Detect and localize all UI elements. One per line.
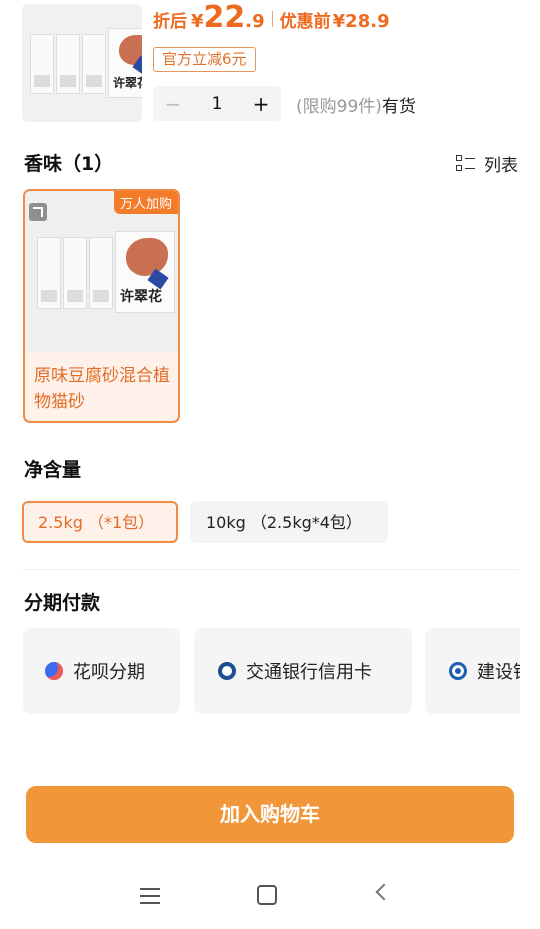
installment-label: 交通银行信用卡 <box>246 662 372 683</box>
popular-badge: 万人加购 <box>113 191 178 214</box>
price-separator <box>271 11 273 27</box>
quantity-value[interactable]: 1 <box>193 94 241 114</box>
purchase-limit: (限购99件)有货 <box>296 92 416 117</box>
package-brand-text: 许翠花 <box>113 76 142 90</box>
stock-status: 有货 <box>381 97 416 117</box>
list-icon <box>456 154 476 174</box>
price-line: 折后 ¥ 22 .9 优惠前 ¥28.9 <box>153 0 390 38</box>
huabei-icon <box>45 662 63 680</box>
package-brand-text: 许翠花 <box>120 289 162 305</box>
weight-option-selected[interactable]: 2.5kg （*1包） <box>22 501 178 543</box>
increase-button[interactable]: + <box>241 92 281 116</box>
flavor-title: 香味（1） <box>24 153 114 175</box>
price-integer: 22 <box>203 0 246 35</box>
home-icon[interactable] <box>257 885 277 905</box>
decrease-button[interactable]: − <box>153 92 193 116</box>
product-thumbnail[interactable]: 许翠花 <box>22 4 142 122</box>
original-price: ¥28.9 <box>332 11 390 32</box>
menu-icon[interactable] <box>140 888 160 904</box>
installment-option-bocom[interactable]: 交通银行信用卡 <box>194 628 412 714</box>
weight-option[interactable]: 10kg （2.5kg*4包） <box>190 501 388 543</box>
limit-text: (限购99件) <box>296 97 382 117</box>
original-price-label: 优惠前 <box>279 12 331 32</box>
list-view-toggle[interactable]: 列表 <box>456 151 518 176</box>
list-toggle-label: 列表 <box>484 156 518 176</box>
installment-label: 建设银行 <box>477 662 520 683</box>
back-icon[interactable] <box>375 883 393 901</box>
expand-icon[interactable] <box>29 203 47 221</box>
product-package-image: 许翠花 <box>30 28 142 98</box>
weight-title: 净含量 <box>24 459 82 481</box>
quantity-stepper: − 1 + <box>153 86 281 121</box>
flavor-option-name: 原味豆腐砂混合植物猫砂 <box>34 366 170 412</box>
installment-title: 分期付款 <box>24 592 101 614</box>
add-to-cart-button[interactable]: 加入购物车 <box>26 786 514 843</box>
installment-label: 花呗分期 <box>73 662 145 683</box>
discount-price-label: 折后 <box>153 12 187 32</box>
system-nav-bar <box>0 866 540 926</box>
ccb-icon <box>449 662 467 680</box>
coupon-badge: 官方立减6元 <box>153 47 256 72</box>
bocom-icon <box>218 662 236 680</box>
installment-option-huabei[interactable]: 花呗分期 <box>23 628 180 714</box>
section-divider <box>22 569 518 570</box>
installment-options: 花呗分期 交通银行信用卡 建设银行 <box>23 628 520 714</box>
installment-option-ccb[interactable]: 建设银行 <box>425 628 520 714</box>
currency-symbol: ¥ <box>191 11 204 32</box>
flavor-option-image: 许翠花 <box>25 191 178 351</box>
flavor-option-card[interactable]: 许翠花 万人加购 原味豆腐砂混合植物猫砂 <box>23 189 180 423</box>
price-decimal: .9 <box>245 11 265 32</box>
